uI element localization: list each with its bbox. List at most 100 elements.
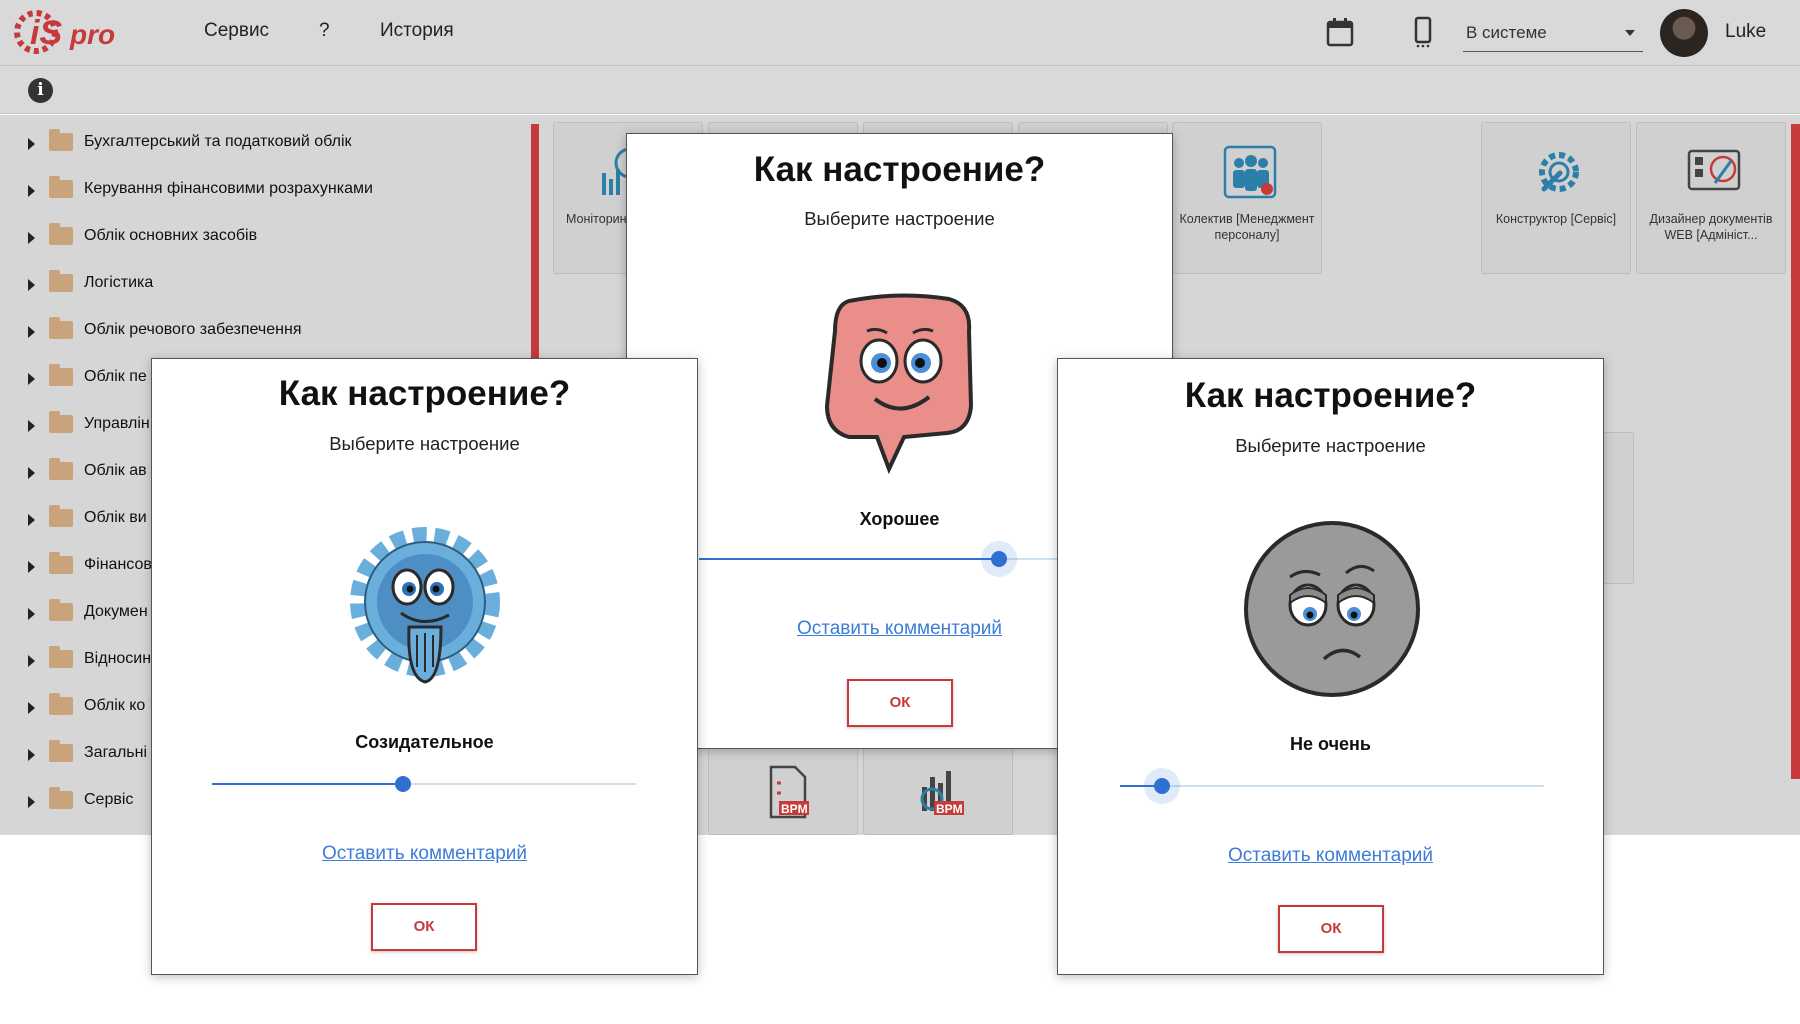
tree-item-label: Докумен — [84, 603, 148, 620]
folder-icon — [49, 458, 73, 480]
chevron-down-icon — [1625, 30, 1635, 36]
tree-item[interactable]: Логістика — [0, 264, 530, 304]
expand-arrow-icon[interactable] — [28, 326, 35, 338]
username: Luke — [1725, 21, 1767, 42]
expand-arrow-icon[interactable] — [28, 514, 35, 526]
menu-help[interactable]: ? — [319, 20, 330, 42]
tree-item-label: Сервіс — [84, 791, 134, 808]
folder-icon — [49, 552, 73, 574]
mood-slider-fill — [212, 783, 403, 785]
folder-icon — [49, 411, 73, 433]
calendar-icon[interactable] — [1325, 16, 1355, 48]
gear-wrench-icon — [1539, 152, 1579, 192]
expand-arrow-icon[interactable] — [28, 561, 35, 573]
svg-text:pro: pro — [69, 19, 115, 50]
folder-icon — [49, 270, 73, 292]
svg-text:BPM: BPM — [781, 802, 808, 816]
info-icon[interactable]: i — [28, 78, 53, 103]
mood-slider-thumb[interactable] — [394, 776, 411, 792]
expand-arrow-icon[interactable] — [28, 232, 35, 244]
folder-icon — [49, 599, 73, 621]
tiles-scrollbar[interactable] — [1791, 124, 1800, 779]
folder-icon — [49, 364, 73, 386]
tree-item-label: Фінансов — [84, 556, 152, 573]
expand-arrow-icon[interactable] — [28, 138, 35, 150]
expand-arrow-icon[interactable] — [28, 655, 35, 667]
expand-arrow-icon[interactable] — [28, 608, 35, 620]
ok-button[interactable]: ОК — [847, 679, 953, 727]
expand-arrow-icon[interactable] — [28, 279, 35, 291]
bpm-chart-icon: BPM — [920, 771, 964, 816]
expand-arrow-icon[interactable] — [28, 420, 35, 432]
designer-icon — [1687, 149, 1741, 191]
panel-scrollbar[interactable] — [531, 124, 539, 360]
dialog-title: Как настроение? — [753, 150, 1046, 189]
sad-face-icon — [1244, 521, 1420, 697]
mood-label: Созидательное — [355, 732, 494, 752]
folder-icon — [49, 740, 73, 762]
folder-icon — [49, 317, 73, 339]
mood-slider-fill — [699, 558, 999, 560]
dialog-title: Как настроение? — [1184, 376, 1477, 415]
avatar[interactable] — [1660, 9, 1708, 57]
tree-item[interactable]: Облік основних засобів — [0, 217, 530, 257]
tree-item-label: Облік ви — [84, 509, 147, 526]
menu-service[interactable]: Сервис — [204, 20, 269, 42]
top-bar: iS pro Сервис ? История В системе Luke — [0, 0, 1800, 66]
mood-slider[interactable] — [212, 776, 636, 792]
dialog-subtitle: Выберите настроение — [329, 433, 520, 454]
expand-arrow-icon[interactable] — [28, 185, 35, 197]
team-icon — [1223, 145, 1277, 199]
tree-item-label: Облік речового забезпечення — [84, 321, 302, 338]
ispro-logo[interactable]: iS pro — [14, 2, 124, 62]
tree-item-label: Загальні — [84, 744, 148, 761]
folder-icon — [49, 223, 73, 245]
mood-slider-thumb[interactable] — [991, 551, 1007, 567]
tree-item[interactable]: Облік речового забезпечення — [0, 311, 530, 351]
tile-bpm-1[interactable]: BPM — [708, 740, 858, 835]
mood-slider[interactable] — [1120, 778, 1544, 794]
ok-button[interactable]: ОК — [1278, 905, 1384, 953]
bpm-document-icon: BPM — [769, 765, 809, 819]
tree-item-label: Облік ко — [84, 697, 146, 714]
expand-arrow-icon[interactable] — [28, 702, 35, 714]
status-select[interactable]: В системе — [1463, 18, 1643, 52]
expand-arrow-icon[interactable] — [28, 749, 35, 761]
tree-item-label: Бухгалтерський та податковий облік — [84, 133, 352, 150]
comment-link[interactable]: Оставить комментарий — [1058, 845, 1603, 867]
comment-link[interactable]: Оставить комментарий — [152, 843, 697, 865]
folder-icon — [49, 693, 73, 715]
tile-doc-designer[interactable]: Дизайнер документів WEB [Адмініст... — [1636, 122, 1786, 274]
tile-team[interactable]: Колектив [Менеджмент персоналу] — [1172, 122, 1322, 274]
expand-arrow-icon[interactable] — [28, 467, 35, 479]
happy-speech-bubble-icon — [824, 293, 974, 475]
tree-item-label: Логістика — [84, 274, 154, 291]
mood-dialog-creative: Как настроение? Выберите настроение Сози… — [151, 358, 698, 975]
folder-icon — [49, 646, 73, 668]
mobile-icon[interactable] — [1408, 16, 1438, 48]
ok-button[interactable]: ОК — [371, 903, 477, 951]
menu-history[interactable]: История — [380, 20, 454, 42]
expand-arrow-icon[interactable] — [28, 796, 35, 808]
tree-item[interactable]: Бухгалтерський та податковий облік — [0, 123, 530, 163]
tile-bpm-2[interactable]: BPM — [863, 740, 1013, 835]
tree-item[interactable]: Керування фінансовими розрахунками — [0, 170, 530, 210]
tree-item-label: Керування фінансовими розрахунками — [84, 180, 373, 197]
expand-arrow-icon[interactable] — [28, 373, 35, 385]
folder-icon — [49, 129, 73, 151]
tree-item-label: Управлін — [84, 415, 150, 432]
tree-item-label: Відносин — [84, 650, 152, 667]
sub-toolbar: i — [0, 66, 1800, 114]
mood-slider-thumb[interactable] — [1154, 778, 1171, 794]
status-select-value: В системе — [1466, 23, 1547, 42]
tile-constructor[interactable]: Конструктор [Сервіс] — [1481, 122, 1631, 274]
dialog-subtitle: Выберите настроение — [804, 208, 995, 229]
tile-team-label: Колектив [Менеджмент персоналу] — [1179, 212, 1315, 242]
svg-text:iS: iS — [30, 14, 62, 52]
tree-item-label: Облік основних засобів — [84, 227, 258, 244]
mood-dialog-not-good: Как настроение? Выберите настроение Не о… — [1057, 358, 1604, 975]
dialog-subtitle: Выберите настроение — [1235, 435, 1426, 456]
mood-slider[interactable] — [699, 551, 1099, 567]
tree-item-label: Облік ав — [84, 462, 147, 479]
svg-text:BPM: BPM — [936, 802, 963, 816]
